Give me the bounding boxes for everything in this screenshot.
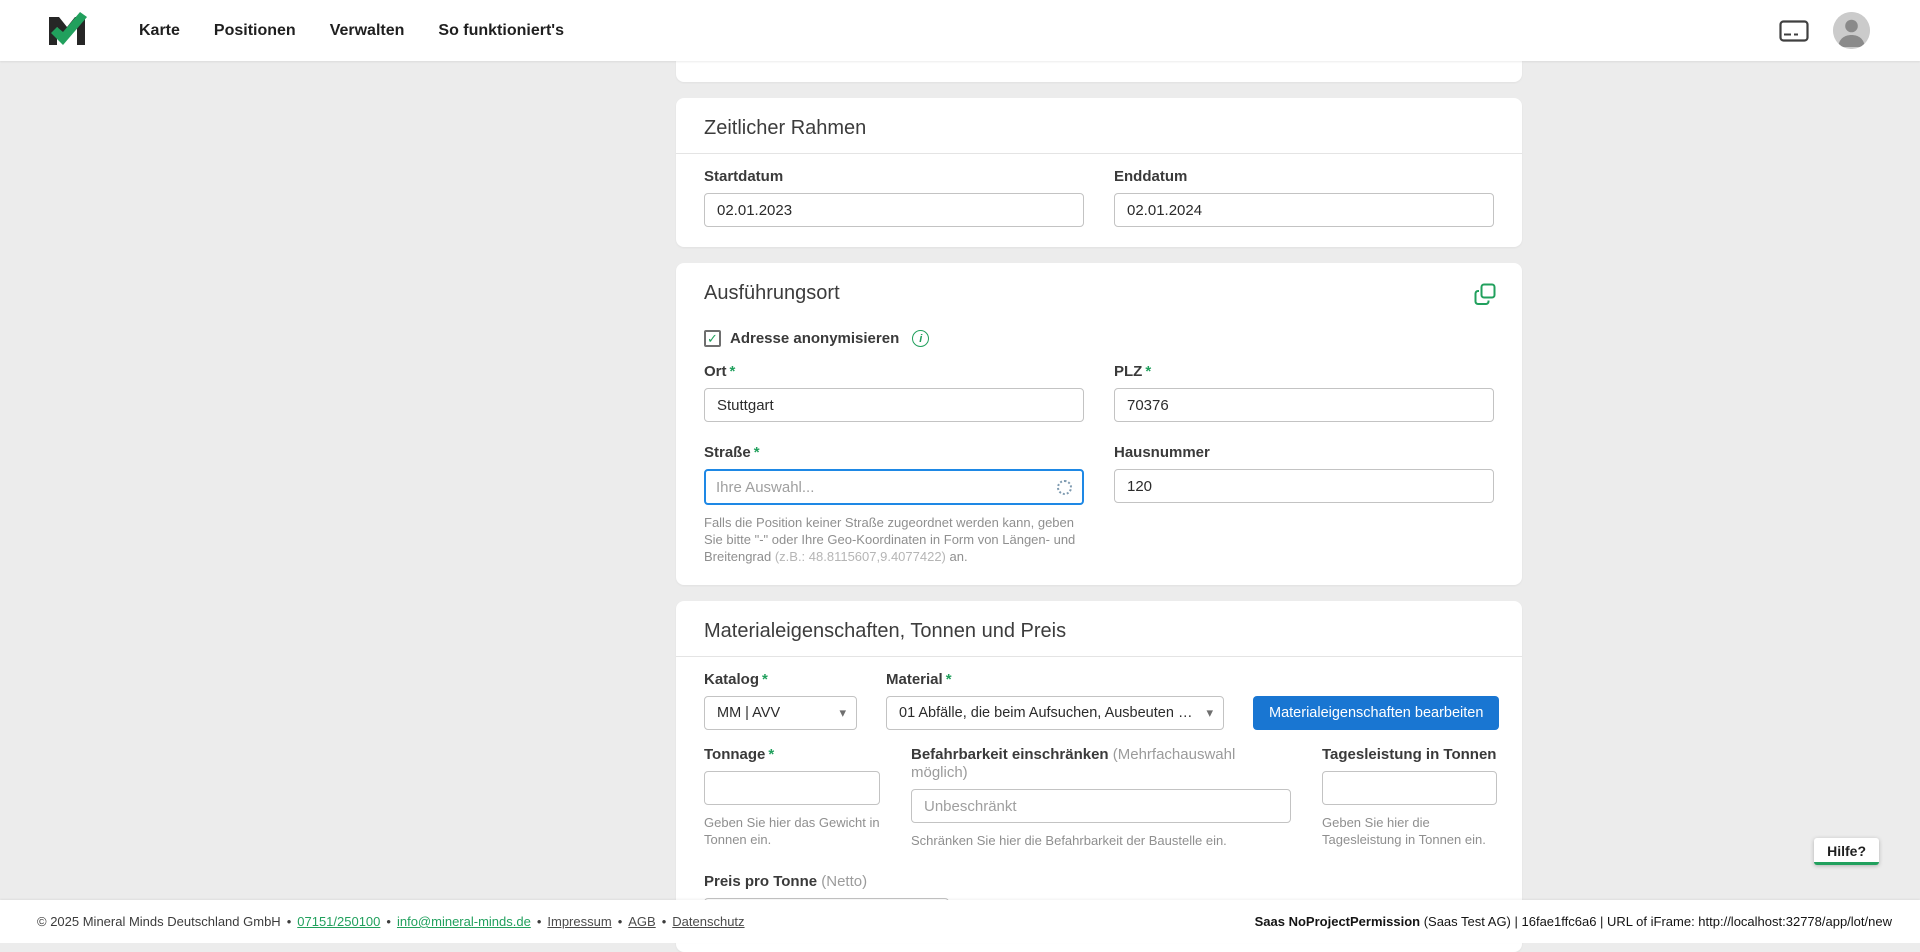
tagesleistung-label: Tagesleistung in Tonnen (1322, 746, 1497, 764)
help-button[interactable]: Hilfe? (1814, 838, 1879, 865)
copy-icon[interactable] (1474, 283, 1496, 305)
enddatum-label: Enddatum (1114, 168, 1494, 186)
ort-label: Ort* (704, 363, 1084, 381)
strasse-label: Straße* (704, 444, 1084, 462)
field-tagesleistung: Tagesleistung in Tonnen Geben Sie hier d… (1322, 746, 1497, 848)
field-tonnage: Tonnage* Geben Sie hier das Gewicht in T… (704, 746, 880, 848)
saas-permission-label: Saas NoProjectPermission (1255, 914, 1420, 929)
required-asterisk: * (754, 444, 760, 461)
section-title-ausfuehrungsort: Ausführungsort (676, 263, 1522, 318)
strasse-hint-example: (z.B.: 48.8115607,9.4077422) (775, 549, 946, 564)
katalog-select[interactable]: MM | AVV ▾ (704, 696, 857, 730)
nav-item-karte[interactable]: Karte (139, 22, 180, 40)
footer-environment-info: Saas NoProjectPermission (Saas Test AG) … (1255, 914, 1892, 929)
anonymize-label: Adresse anonymisieren (730, 330, 899, 347)
tagesleistung-input[interactable] (1322, 771, 1497, 805)
card-ausfuehrungsort: Ausführungsort ✓ Adresse anonymisieren i… (676, 263, 1522, 585)
navbar-right (1779, 12, 1870, 49)
footer-left: © 2025 Mineral Minds Deutschland GmbH • … (37, 914, 745, 929)
field-material: Material* 01 Abfälle, die beim Aufsuchen… (886, 671, 1224, 730)
card-partial-top (676, 61, 1522, 82)
startdatum-label: Startdatum (704, 168, 1084, 186)
tonnage-label: Tonnage* (704, 746, 880, 764)
field-katalog: Katalog* MM | AVV ▾ (704, 671, 857, 730)
payment-card-icon[interactable] (1779, 20, 1809, 42)
logo-icon (45, 11, 89, 51)
footer-separator: • (537, 914, 542, 929)
section-title-zeitraum: Zeitlicher Rahmen (676, 98, 1522, 153)
strasse-hint: Falls die Position keiner Straße zugeord… (704, 514, 1084, 565)
field-strasse: Straße* Falls die Position keiner Straße… (704, 444, 1084, 565)
enddatum-input[interactable] (1114, 193, 1494, 227)
strasse-input[interactable] (716, 479, 1057, 496)
copyright-text: © 2025 Mineral Minds Deutschland GmbH (37, 914, 281, 929)
preis-label-suffix: (Netto) (821, 873, 867, 890)
footer-datenschutz-link[interactable]: Datenschutz (672, 914, 744, 929)
footer-separator: • (618, 914, 623, 929)
befahrbarkeit-label: Befahrbarkeit einschränken (Mehrfachausw… (911, 746, 1291, 782)
footer-agb-link[interactable]: AGB (628, 914, 655, 929)
top-navbar: Karte Positionen Verwalten So funktionie… (0, 0, 1920, 61)
footer-email-link[interactable]: info@mineral-minds.de (397, 914, 531, 929)
section-title-material: Materialeigenschaften, Tonnen und Preis (676, 601, 1522, 656)
saas-environment-details: (Saas Test AG) | 16fae1ffc6a6 | URL of i… (1420, 914, 1892, 929)
user-avatar[interactable] (1833, 12, 1870, 49)
preis-label: Preis pro Tonne (Netto) (704, 873, 949, 891)
field-enddatum: Enddatum (1114, 168, 1494, 227)
required-asterisk: * (730, 363, 736, 380)
footer: © 2025 Mineral Minds Deutschland GmbH • … (0, 900, 1920, 943)
main-nav: Karte Positionen Verwalten So funktionie… (139, 22, 564, 40)
strasse-input-focused (704, 469, 1084, 505)
ort-input[interactable] (704, 388, 1084, 422)
footer-separator: • (386, 914, 391, 929)
nav-item-positionen[interactable]: Positionen (214, 22, 296, 40)
form-column: Zeitlicher Rahmen Startdatum Enddatum (676, 61, 1522, 952)
katalog-label: Katalog* (704, 671, 857, 689)
field-startdatum: Startdatum (704, 168, 1084, 227)
anonymize-row: ✓ Adresse anonymisieren i (704, 330, 1494, 347)
field-hausnummer: Hausnummer (1114, 444, 1494, 565)
required-asterisk: * (762, 671, 768, 688)
required-asterisk: * (946, 671, 952, 688)
nav-item-so-funktionierts[interactable]: So funktioniert's (438, 22, 564, 40)
loading-spinner-icon (1057, 480, 1072, 495)
plz-label: PLZ* (1114, 363, 1494, 381)
chevron-down-icon: ▾ (1206, 705, 1213, 721)
material-select[interactable]: 01 Abfälle, die beim Aufsuchen, Ausbeute… (886, 696, 1224, 730)
info-icon[interactable]: i (912, 330, 929, 347)
material-label: Material* (886, 671, 1224, 689)
tonnage-hint: Geben Sie hier das Gewicht in Tonnen ein… (704, 814, 880, 848)
befahrbarkeit-input[interactable] (911, 789, 1291, 823)
field-plz: PLZ* (1114, 363, 1494, 422)
footer-separator: • (662, 914, 667, 929)
chevron-down-icon: ▾ (839, 705, 846, 721)
edit-material-properties-button[interactable]: Materialeigenschaften bearbeiten (1253, 696, 1499, 730)
plz-input[interactable] (1114, 388, 1494, 422)
footer-separator: • (287, 914, 292, 929)
befahrbarkeit-hint: Schränken Sie hier die Befahrbarkeit der… (911, 832, 1291, 849)
startdatum-input[interactable] (704, 193, 1084, 227)
anonymize-checkbox[interactable]: ✓ (704, 330, 721, 347)
footer-phone-link[interactable]: 07151/250100 (297, 914, 380, 929)
required-asterisk: * (1145, 363, 1151, 380)
hausnummer-input[interactable] (1114, 469, 1494, 503)
hausnummer-label: Hausnummer (1114, 444, 1494, 462)
footer-impressum-link[interactable]: Impressum (547, 914, 611, 929)
field-edit-material: Materialeigenschaften bearbeiten (1253, 696, 1499, 730)
tagesleistung-hint: Geben Sie hier die Tagesleistung in Tonn… (1322, 814, 1497, 848)
tonnage-input[interactable] (704, 771, 880, 805)
card-zeitlicher-rahmen: Zeitlicher Rahmen Startdatum Enddatum (676, 98, 1522, 247)
required-asterisk: * (768, 746, 774, 763)
mineral-minds-logo[interactable] (45, 11, 89, 51)
field-ort: Ort* (704, 363, 1084, 422)
nav-item-verwalten[interactable]: Verwalten (330, 22, 405, 40)
field-befahrbarkeit: Befahrbarkeit einschränken (Mehrfachausw… (911, 746, 1291, 849)
